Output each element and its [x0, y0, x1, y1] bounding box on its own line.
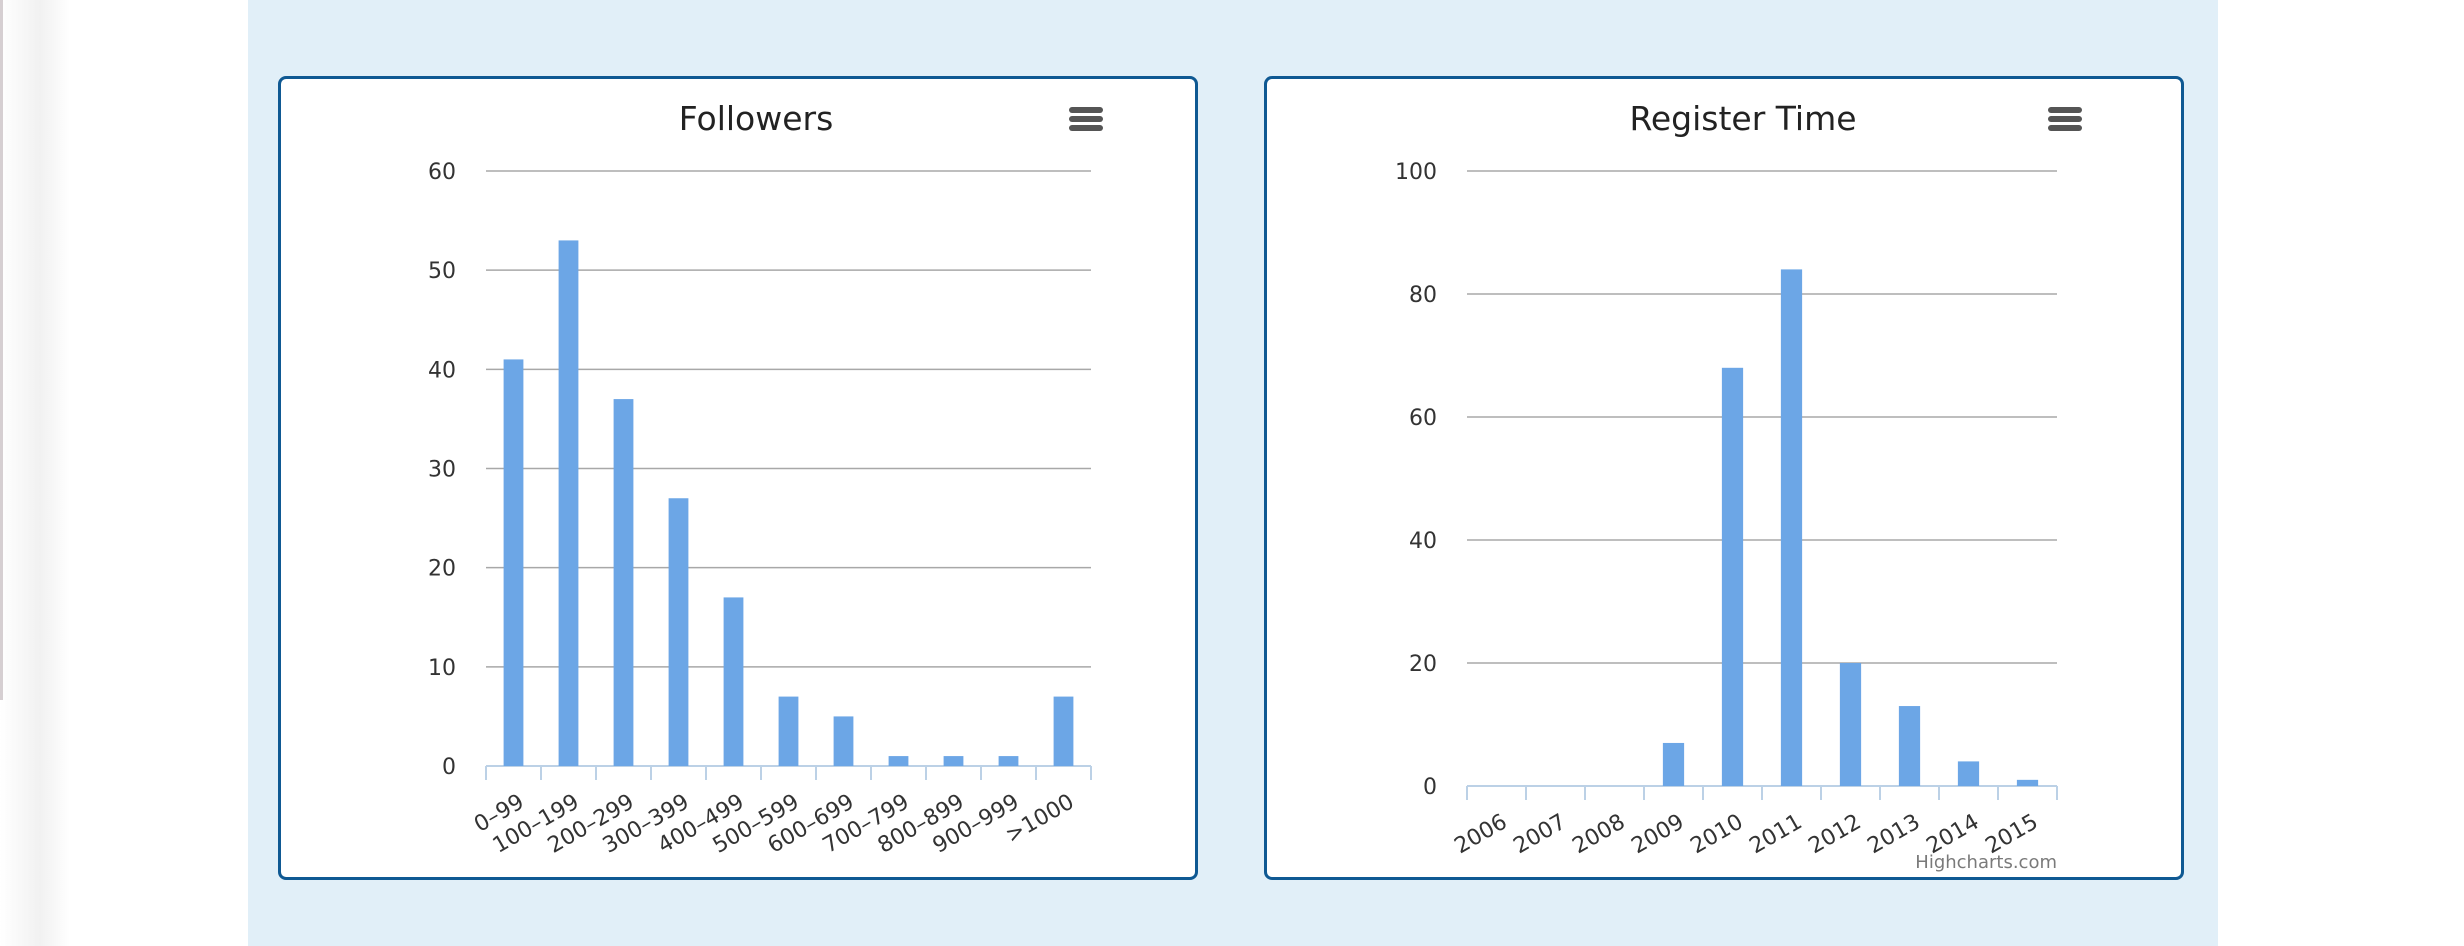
edge-mark: [0, 0, 3, 700]
y-tick-label: 50: [428, 259, 456, 284]
bar-2010: [1721, 367, 1744, 786]
menu-line: [1069, 116, 1103, 122]
bar-2013: [1898, 706, 1921, 786]
bar-100-199: [558, 240, 579, 766]
menu-line: [2048, 107, 2082, 113]
y-tick-label: 0: [442, 755, 456, 780]
y-tick-label: 60: [1409, 406, 1437, 431]
bar-400-499: [723, 597, 744, 766]
bar-0-99: [503, 359, 524, 766]
bar-2015: [2016, 779, 2039, 786]
bar-600-699: [833, 716, 854, 766]
y-tick-label: 40: [428, 358, 456, 383]
bar-300-399: [668, 498, 689, 766]
hamburger-menu-icon[interactable]: [1069, 107, 1103, 131]
y-tick-label: 100: [1395, 160, 1437, 185]
register-time-chart: Register Time 0 20 40 60 80 100 200620072008200…: [1395, 99, 2082, 873]
y-tick-label: 60: [428, 160, 456, 185]
y-tick-label: 80: [1409, 283, 1437, 308]
menu-line: [2048, 116, 2082, 122]
register-time-chart-card: Register Time 0 20 40 60 80 100 2006 2007 2008 200…: [1264, 76, 2184, 880]
chart-title: Register Time: [1629, 99, 1856, 138]
hamburger-menu-icon[interactable]: [2048, 107, 2082, 131]
bar-2009: [1662, 742, 1685, 786]
x-tick-label: 2010: [1687, 810, 1748, 860]
x-tick-label: 2011: [1746, 810, 1807, 860]
x-tick-label: 2008: [1569, 810, 1630, 860]
y-tick-label: 20: [428, 557, 456, 582]
followers-chart-card: Followers 0 10 20 30 40 50 60 0–99 100–199 200–299…: [278, 76, 1198, 880]
y-tick-label: 40: [1409, 529, 1437, 554]
bar-2011: [1780, 269, 1803, 786]
followers-chart: Followers01020304050600–99100–199200–299…: [428, 99, 1103, 859]
x-tick-label: 2007: [1510, 810, 1571, 860]
bar-gt1000: [1053, 696, 1074, 766]
chart-title: Followers: [679, 99, 834, 138]
menu-line: [2048, 125, 2082, 131]
bar-700-799: [888, 756, 909, 766]
menu-line: [1069, 107, 1103, 113]
menu-line: [1069, 125, 1103, 131]
bar-2014: [1957, 761, 1980, 786]
x-tick-label: 2012: [1805, 810, 1866, 860]
window-left-edge: [0, 0, 70, 946]
bar-800-899: [943, 756, 964, 766]
bar-2012: [1839, 663, 1862, 786]
y-tick-label: 0: [1423, 775, 1437, 800]
y-tick-label: 20: [1409, 652, 1437, 677]
bar-900-999: [998, 756, 1019, 766]
bar-200-299: [613, 399, 634, 766]
highcharts-credits-link[interactable]: Highcharts.com: [1915, 852, 2057, 873]
y-tick-label: 10: [428, 656, 456, 681]
y-tick-label: 30: [428, 458, 456, 483]
x-tick-label: 2009: [1628, 810, 1689, 860]
bar-500-599: [778, 696, 799, 766]
x-tick-label: 2006: [1451, 810, 1512, 860]
